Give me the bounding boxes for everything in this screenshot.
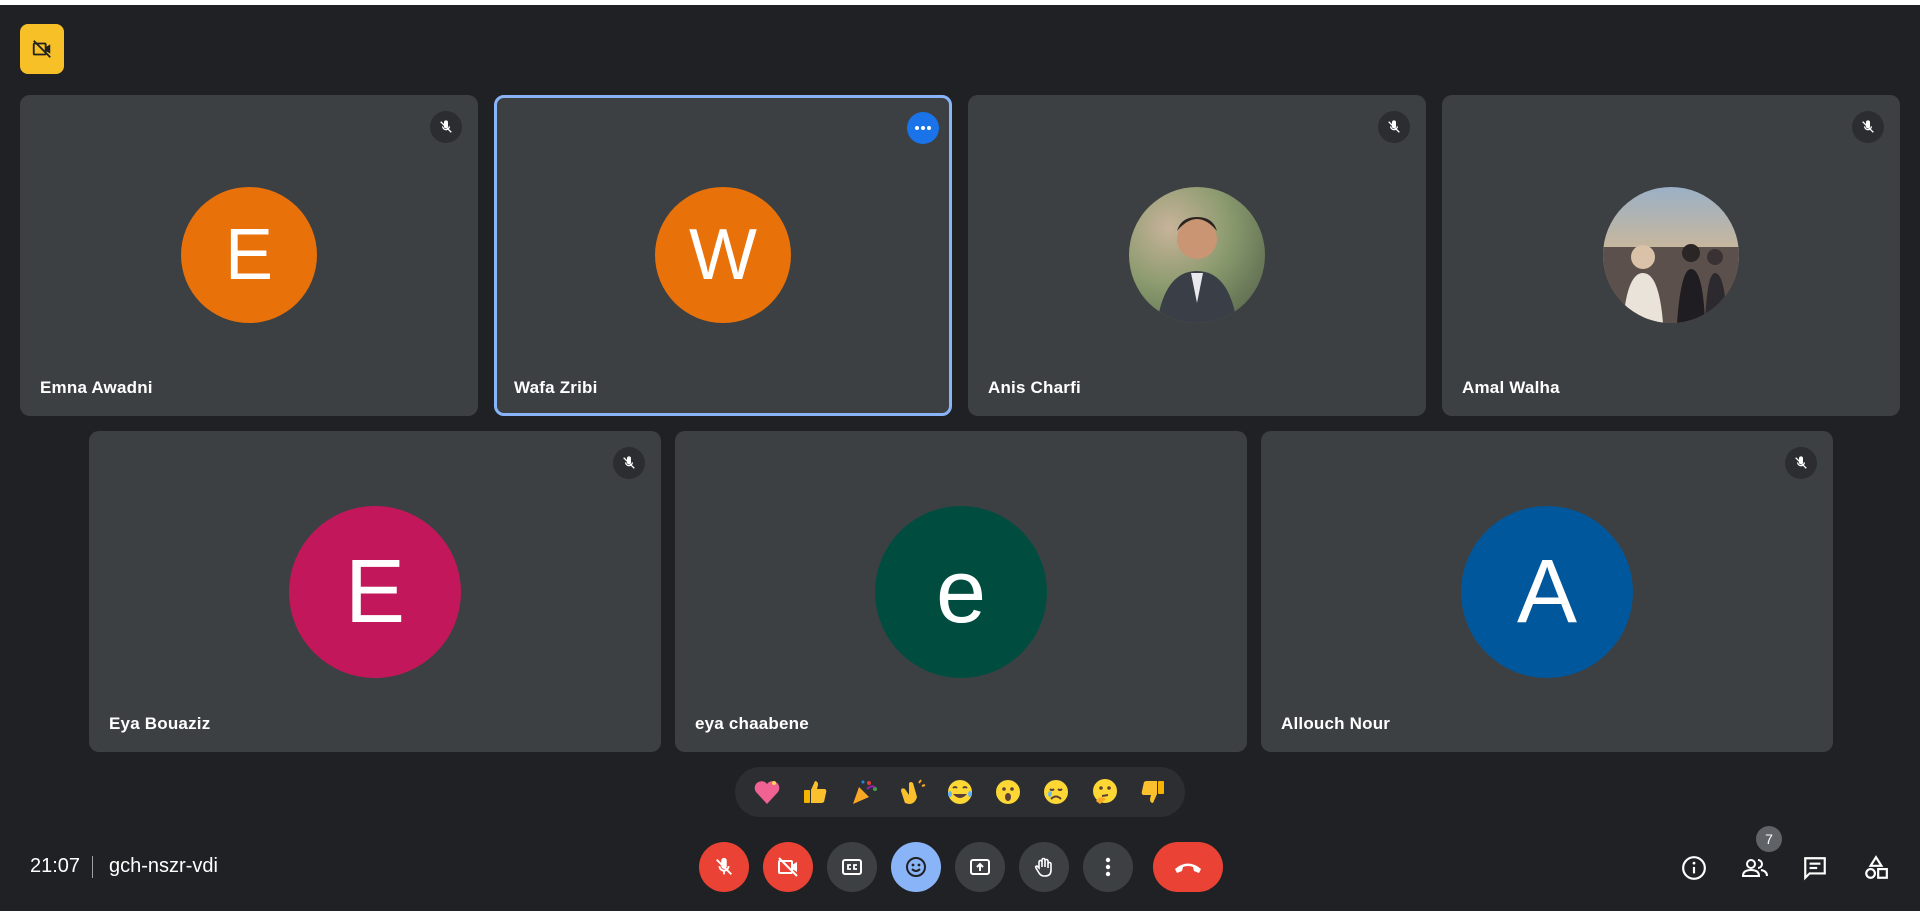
reaction-party-popper[interactable]	[844, 772, 884, 812]
chat-button[interactable]	[1797, 850, 1833, 886]
meeting-details-button[interactable]	[1676, 850, 1712, 886]
hand-icon	[1034, 857, 1052, 877]
participant-name: Eya Bouaziz	[109, 714, 211, 733]
avatar: W	[655, 187, 791, 323]
mic-off-icon	[716, 857, 732, 875]
participant-name: Allouch Nour	[1281, 714, 1391, 733]
raise-hand-button[interactable]	[1019, 842, 1069, 892]
muted-mic-icon	[1785, 447, 1817, 479]
more-horiz-icon	[915, 126, 931, 130]
reaction-tears-of-joy[interactable]	[940, 772, 980, 812]
send-reaction-button[interactable]	[891, 842, 941, 892]
more-options-button[interactable]	[1083, 842, 1133, 892]
video-off-icon	[32, 40, 51, 58]
participant-tile-allouch-nour[interactable]: A Allouch Nour	[1261, 431, 1833, 752]
more-options-button[interactable]	[907, 112, 939, 144]
avatar: E	[289, 506, 461, 678]
participant-tile-emna-awadni[interactable]: E Emna Awadni	[20, 95, 478, 416]
activities-button[interactable]	[1858, 850, 1894, 886]
people-button[interactable]	[1737, 850, 1773, 886]
reaction-thumbs-down[interactable]	[1133, 772, 1173, 812]
participant-count-badge: 7	[1756, 826, 1782, 852]
avatar: A	[1461, 506, 1633, 678]
info-icon	[1682, 856, 1706, 880]
avatar-photo	[1129, 187, 1265, 323]
participant-tile-anis-charfi[interactable]: Anis Charfi	[968, 95, 1426, 416]
avatar: E	[181, 187, 317, 323]
top-edge	[0, 0, 1920, 5]
shapes-icon	[1865, 855, 1888, 879]
people-icon	[1741, 859, 1768, 877]
closed-captions-icon	[842, 859, 862, 875]
emoji-icon	[906, 857, 926, 877]
chat-icon	[1804, 857, 1826, 881]
reaction-clapping-hands[interactable]	[892, 772, 932, 812]
leave-call-button[interactable]	[1153, 842, 1223, 892]
participant-name: Emna Awadni	[40, 378, 153, 397]
reaction-thumbs-up[interactable]	[795, 772, 835, 812]
reaction-crying[interactable]	[1036, 772, 1076, 812]
muted-mic-icon	[1378, 111, 1410, 143]
group-photo-icon	[1603, 244, 1739, 323]
no-video-warning-badge[interactable]	[20, 24, 64, 74]
meeting-clock: 21:07	[30, 855, 81, 877]
participant-tile-wafa-zribi[interactable]: W Wafa Zribi	[494, 95, 952, 416]
reaction-sparkling-heart[interactable]	[747, 772, 787, 812]
microphone-toggle-button[interactable]	[699, 842, 749, 892]
video-off-icon	[778, 857, 798, 877]
reaction-thinking[interactable]	[1085, 772, 1125, 812]
captions-button[interactable]	[827, 842, 877, 892]
muted-mic-icon	[430, 111, 462, 143]
participant-name: Amal Walha	[1462, 378, 1560, 397]
muted-mic-icon	[1852, 111, 1884, 143]
meeting-code: gch-nszr-vdi	[109, 855, 218, 877]
avatar-photo	[1603, 187, 1739, 323]
participant-tile-eya-bouaziz[interactable]: E Eya Bouaziz	[89, 431, 661, 752]
reaction-surprised[interactable]	[988, 772, 1028, 812]
participant-name: Anis Charfi	[988, 378, 1081, 397]
participant-name: eya chaabene	[695, 714, 809, 733]
reactions-bar	[735, 767, 1185, 817]
present-icon	[970, 859, 990, 875]
more-vert-icon	[1105, 857, 1111, 877]
divider	[92, 856, 93, 878]
camera-toggle-button[interactable]	[763, 842, 813, 892]
muted-mic-icon	[613, 447, 645, 479]
participant-tile-amal-walha[interactable]: Amal Walha	[1442, 95, 1900, 416]
participant-name: Wafa Zribi	[514, 378, 598, 397]
call-end-icon	[1175, 863, 1201, 873]
present-screen-button[interactable]	[955, 842, 1005, 892]
person-photo-icon	[1157, 217, 1237, 323]
avatar: e	[875, 506, 1047, 678]
participant-tile-eya-chaabene[interactable]: e eya chaabene	[675, 431, 1247, 752]
